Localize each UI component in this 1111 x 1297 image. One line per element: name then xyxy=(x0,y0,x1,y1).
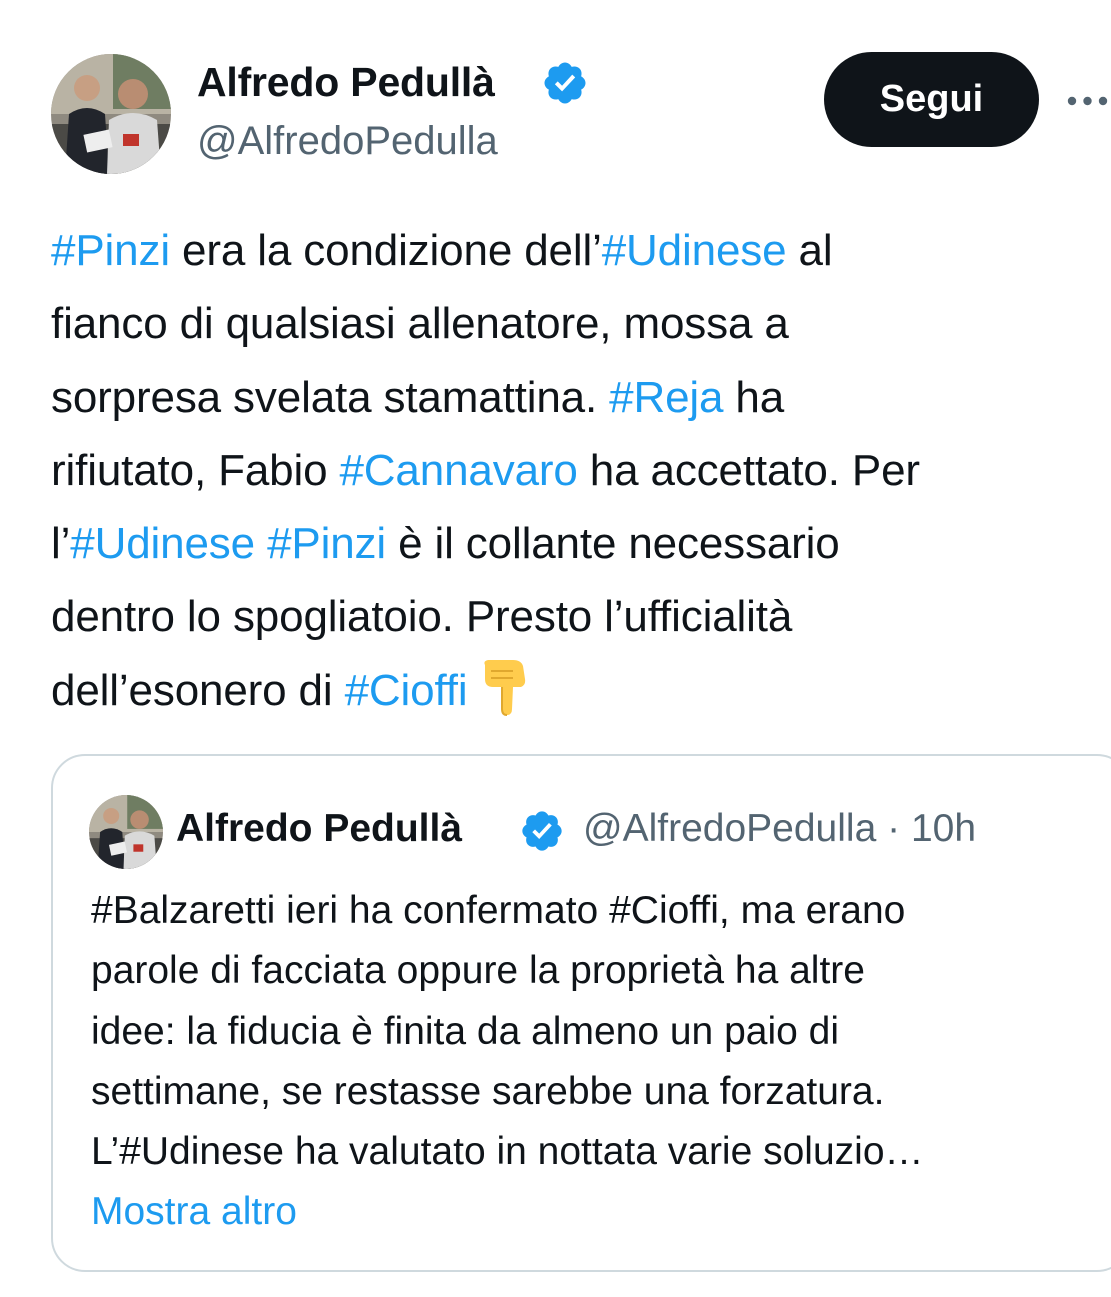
tweet-text-segment: ha xyxy=(723,372,785,422)
tweet-text-segment: dentro lo spogliatoio. Presto l’ufficial… xyxy=(51,592,793,642)
tweet-text-line: sorpresa svelata stamattina. #Reja ha xyxy=(51,361,1111,434)
show-more-link[interactable]: Mostra altro xyxy=(91,1182,1091,1242)
quoted-author-display-name: Alfredo Pedullà xyxy=(176,807,463,850)
quoted-author-handle-time: @AlfredoPedulla · 10h xyxy=(583,804,976,854)
tweet-text-line: dell’esonero di #Cioffi xyxy=(51,654,1111,727)
tweet-text-segment: rifiutato, Fabio xyxy=(51,445,340,495)
tweet-text-line: rifiutato, Fabio #Cannavaro ha accettato… xyxy=(51,434,1111,507)
verified-badge-icon[interactable] xyxy=(541,59,589,107)
author-handle[interactable]: @AlfredoPedulla xyxy=(197,116,498,166)
quoted-text-line: L’#Udinese ha valutato in nottata varie … xyxy=(91,1130,924,1174)
hashtag-link[interactable]: #Cioffi xyxy=(345,666,468,715)
quoted-tweet-text: #Balzaretti ieri ha confermato #Cioffi, … xyxy=(91,881,1091,1243)
hashtag-link[interactable]: #Reja xyxy=(609,373,723,422)
tweet-text-segment: ha accettato. Per xyxy=(577,445,920,495)
tweet-text-segment: al xyxy=(786,226,833,275)
quoted-author-handle: @AlfredoPedulla xyxy=(583,807,877,850)
tweet-text-line: fianco di qualsiasi allenatore, mossa a xyxy=(51,287,1111,360)
author-display-name[interactable]: Alfredo Pedullà xyxy=(197,56,495,108)
tweet-text-segment: fianco di qualsiasi allenatore, mossa a xyxy=(51,299,789,349)
tweet-text-segment: dell’esonero di xyxy=(51,665,345,715)
tweet-text-segment xyxy=(255,519,267,568)
hashtag-link[interactable]: #Cannavaro xyxy=(339,446,577,495)
tweet-text: #Pinzi era la condizione dell’#Udinese a… xyxy=(51,214,1111,727)
quoted-text-line: settimane, se restasse sarebbe una forza… xyxy=(91,1069,885,1113)
hashtag-link[interactable]: #Pinzi xyxy=(51,226,170,275)
quoted-text-line: #Balzaretti ieri ha confermato #Cioffi, … xyxy=(91,889,906,932)
quoted-tweet-time: 10h xyxy=(910,807,977,850)
tweet-text-line: l’#Udinese #Pinzi è il collante necessar… xyxy=(51,507,1111,580)
tweet-text-segment: era la condizione dell’ xyxy=(169,226,602,275)
hashtag-link[interactable]: #Udinese xyxy=(70,519,255,568)
quoted-verified-badge-icon xyxy=(522,811,562,851)
meta-separator: · xyxy=(887,807,901,850)
hashtag-link[interactable]: #Udinese xyxy=(602,226,787,275)
author-avatar[interactable] xyxy=(51,54,171,174)
tweet-text-segment: è il collante necessario xyxy=(386,519,840,569)
follow-button[interactable]: Segui xyxy=(824,52,1039,147)
more-options-icon[interactable] xyxy=(1064,78,1111,124)
pointing-down-emoji-icon xyxy=(484,660,526,717)
quoted-text-line: parole di facciata oppure la proprietà h… xyxy=(91,949,865,993)
quoted-author-avatar xyxy=(89,795,163,869)
tweet-text-segment: sorpresa svelata stamattina. xyxy=(51,372,610,422)
hashtag-link[interactable]: #Pinzi xyxy=(267,519,386,568)
quoted-text-line: idee: la fiducia è finita da almeno un p… xyxy=(91,1009,840,1053)
tweet-text-segment: l’ xyxy=(51,519,71,569)
tweet-text-line: dentro lo spogliatoio. Presto l’ufficial… xyxy=(51,580,1111,653)
tweet-text-line: #Pinzi era la condizione dell’#Udinese a… xyxy=(51,214,1111,287)
